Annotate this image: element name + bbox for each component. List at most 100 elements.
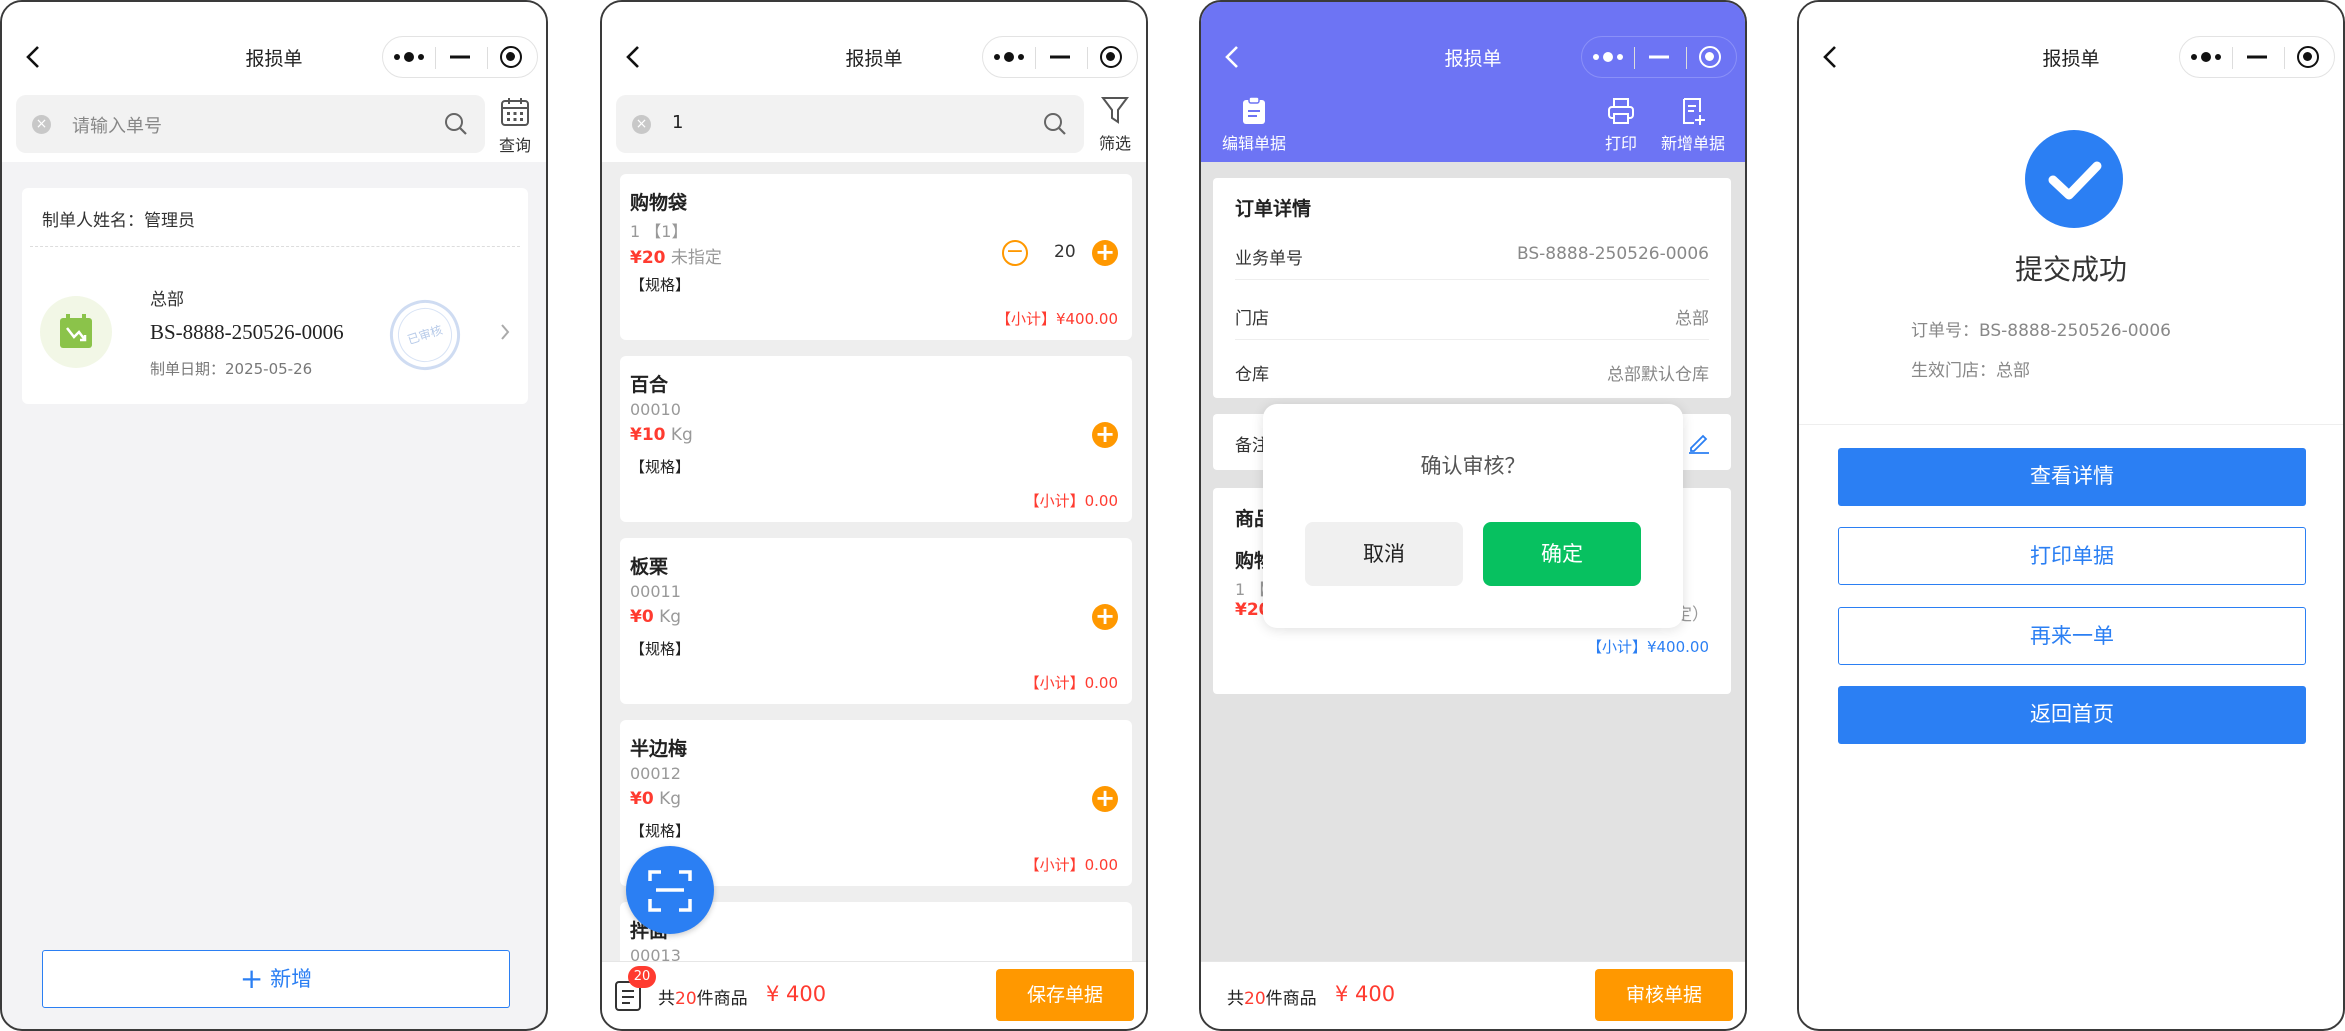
close-target-icon[interactable] [1086, 37, 1137, 77]
audited-stamp: 已审核 [380, 290, 470, 380]
cart-badge: 20 [628, 966, 656, 988]
product-subtotal: 【小计】0.00 [1024, 492, 1118, 510]
more-icon[interactable] [1582, 37, 1633, 77]
product-spec: 【规格】 [630, 276, 691, 294]
product-name: 百合 [630, 374, 669, 396]
new-order-button[interactable]: 新增单据 [1653, 96, 1733, 154]
search-icon[interactable] [443, 111, 469, 137]
search-value: 1 [672, 112, 684, 133]
footer-bar: 20 共20件商品 ¥ 400 保存单据 [602, 961, 1146, 1029]
product-price: ¥0 Kg [630, 607, 682, 627]
result-title: 提交成功 [2014, 253, 2127, 286]
screen-order-detail: 报损单 编辑单据 打印 新增单据 订单详情 业务单号 BS-8888-25052… [1199, 0, 1747, 1031]
minimize-icon[interactable] [1633, 37, 1684, 77]
order-again-button[interactable]: 再来一单 [1838, 607, 2306, 665]
clear-icon[interactable]: × [32, 115, 51, 134]
divider [1799, 424, 2343, 425]
dialog-message: 确认审核？ [1420, 454, 1526, 478]
view-detail-button[interactable]: 查看详情 [1838, 448, 2306, 506]
search-placeholder: 请输入单号 [72, 116, 162, 137]
order-store: 总部 [150, 290, 184, 310]
scan-button[interactable] [626, 846, 714, 934]
decrease-button[interactable]: − [1002, 240, 1028, 266]
header: 报损单 编辑单据 打印 新增单据 [1201, 2, 1745, 162]
quantity-value[interactable]: 20 [1054, 242, 1076, 262]
effective-store: 生效门店：总部 [1911, 361, 2030, 381]
more-icon[interactable] [2180, 37, 2231, 77]
more-icon[interactable] [983, 37, 1034, 77]
order-card[interactable]: 制单人姓名：管理员 总部 BS-8888-250526-0006 制单日期：20… [22, 188, 528, 404]
product-subtotal: 【小计】¥400.00 [995, 310, 1118, 328]
add-button[interactable]: + 新增 [42, 950, 510, 1008]
product-spec: 【规格】 [630, 822, 691, 840]
miniapp-capsule [2179, 36, 2335, 78]
confirm-dialog: 确认审核？ 取消 确定 [1263, 404, 1683, 628]
minimize-icon[interactable] [434, 37, 485, 77]
clear-icon[interactable]: × [632, 115, 651, 134]
total-amount: ¥ 400 [1335, 982, 1396, 1006]
search-row: × 1 筛选 [602, 90, 1146, 162]
product-subtotal: 【小计】0.00 [1024, 856, 1118, 874]
search-icon[interactable] [1042, 111, 1068, 137]
edit-order-button[interactable]: 编辑单据 [1219, 96, 1289, 154]
product-price: ¥20 未指定 [630, 248, 722, 268]
print-button[interactable]: 打印 [1601, 96, 1641, 154]
close-target-icon[interactable] [1685, 37, 1736, 77]
filter-button[interactable]: 筛选 [1094, 94, 1136, 154]
save-button[interactable]: 保存单据 [996, 969, 1134, 1021]
order-avatar [40, 296, 112, 368]
print-order-button[interactable]: 打印单据 [1838, 527, 2306, 585]
scan-icon [648, 870, 692, 912]
product-spec: 【规格】 [630, 458, 691, 476]
product-card[interactable]: 百合 00010 ¥10 Kg 【规格】 + 【小计】0.00 [620, 356, 1132, 522]
miniapp-capsule [982, 36, 1138, 78]
confirm-button[interactable]: 确定 [1483, 522, 1641, 586]
screen-submit-success: 报损单 提交成功 订单号：BS-8888-250526-0006 生效门店：总部… [1797, 0, 2345, 1031]
cancel-button[interactable]: 取消 [1305, 522, 1463, 586]
total-amount: ¥ 400 [766, 982, 827, 1006]
plus-icon: + [239, 962, 264, 995]
more-icon[interactable] [383, 37, 434, 77]
footer-bar: 共20件商品 ¥ 400 审核单据 [1201, 961, 1745, 1029]
product-card[interactable]: 购物袋 1 【1】 ¥20 未指定 【规格】 − 20 + 【小计】¥400.0… [620, 174, 1132, 340]
miniapp-capsule [1581, 36, 1737, 78]
detail-row: 仓库 总部默认仓库 [1235, 365, 1709, 385]
item-summary: 共20件商品 [1227, 989, 1317, 1009]
query-button[interactable]: 查询 [494, 96, 536, 156]
goods-subtotal: 【小计】¥400.00 [1586, 638, 1709, 656]
search-row: × 请输入单号 查询 [2, 90, 546, 162]
increase-button[interactable]: + [1092, 604, 1118, 630]
increase-button[interactable]: + [1092, 240, 1118, 266]
minimize-icon[interactable] [1034, 37, 1085, 77]
section-title: 订单详情 [1235, 198, 1312, 220]
increase-button[interactable]: + [1092, 786, 1118, 812]
product-name: 购物袋 [630, 192, 688, 214]
search-input[interactable]: × 1 [616, 95, 1084, 153]
chevron-right-icon[interactable] [498, 322, 512, 342]
divider [30, 246, 520, 247]
miniapp-capsule [382, 36, 538, 78]
detail-card: 订单详情 业务单号 BS-8888-250526-0006 门店 总部 仓库 总… [1213, 178, 1731, 398]
close-target-icon[interactable] [486, 37, 537, 77]
minimize-icon[interactable] [2231, 37, 2282, 77]
query-label: 查询 [498, 136, 531, 155]
screen-order-list: 报损单 × 请输入单号 查询 制单人姓名：管理员 总部 BS-8888-2505… [0, 0, 548, 1031]
goods-code: 1 【 [1235, 580, 1267, 599]
calendar-chart-icon [60, 314, 92, 348]
product-card[interactable]: 板栗 00011 ¥0 Kg 【规格】 + 【小计】0.00 [620, 538, 1132, 704]
product-code: 1 【1】 [630, 222, 688, 241]
printer-icon [1608, 98, 1634, 124]
back-home-button[interactable]: 返回首页 [1838, 686, 2306, 744]
edit-pencil-icon[interactable] [1687, 430, 1711, 454]
item-summary: 共20件商品 [658, 989, 748, 1009]
document-add-icon [1683, 98, 1705, 125]
detail-row: 业务单号 BS-8888-250526-0006 [1235, 230, 1709, 280]
product-name: 半边梅 [630, 738, 688, 760]
close-target-icon[interactable] [2283, 37, 2334, 77]
detail-row: 门店 总部 [1235, 290, 1709, 340]
search-input[interactable]: × 请输入单号 [16, 95, 485, 153]
screen-product-picker: 报损单 × 1 筛选 购物袋 1 【1】 ¥20 未指定 【规格】 − 20 +… [600, 0, 1148, 1031]
audit-button[interactable]: 审核单据 [1595, 969, 1733, 1021]
increase-button[interactable]: + [1092, 422, 1118, 448]
product-code: 00011 [630, 582, 681, 601]
